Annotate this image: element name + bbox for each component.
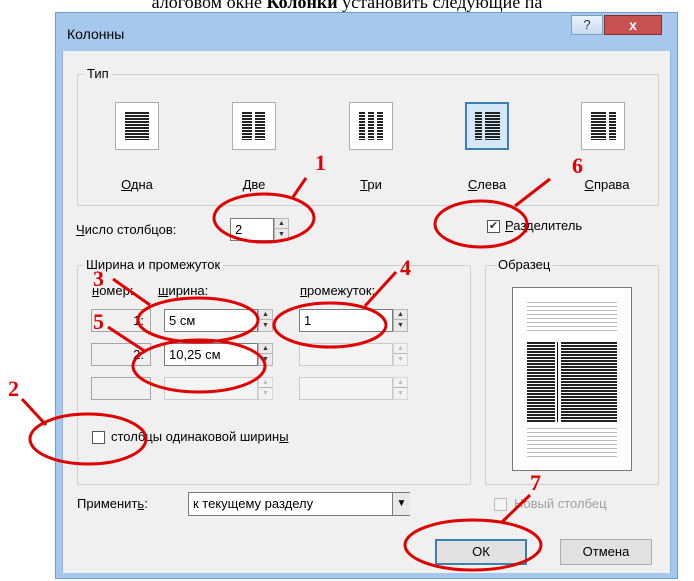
- row2-gap-spinner: ▲ ▼: [393, 343, 408, 366]
- annotation-2: 2: [8, 376, 19, 401]
- close-button[interactable]: x: [604, 15, 662, 35]
- width-spacing-group: [77, 265, 471, 485]
- preview-label: Образец: [495, 257, 554, 272]
- equal-width-label: столбцы одинаковой ширины: [111, 429, 289, 444]
- doc-text-suffix: установить следующие па: [337, 0, 543, 12]
- spin-up-icon[interactable]: ▲: [259, 310, 272, 320]
- type-one-label: Одна: [121, 177, 153, 192]
- row3-width-input: [164, 377, 258, 400]
- spin-down-icon[interactable]: ▼: [259, 321, 272, 331]
- row1-gap-spinner[interactable]: ▲ ▼: [393, 309, 408, 332]
- help-button[interactable]: ?: [571, 15, 603, 35]
- spin-down-icon: ▼: [262, 390, 269, 397]
- spin-up-icon[interactable]: ▲: [275, 219, 288, 229]
- row1-width-input[interactable]: 5 см: [164, 309, 258, 332]
- num-columns-spinner[interactable]: ▲ ▼: [274, 218, 289, 241]
- cancel-button[interactable]: Отмена: [560, 539, 652, 565]
- apply-label: Применить:: [77, 496, 148, 511]
- spin-up-icon[interactable]: ▲: [394, 310, 407, 320]
- spin-up-icon: ▲: [394, 378, 407, 388]
- columns-dialog: Колонны ? x Тип Одна Две Три Слева Справ…: [55, 12, 678, 579]
- type-right-label: Справа: [584, 177, 630, 192]
- apply-select-value: к текущему разделу: [193, 496, 314, 511]
- spin-down-icon: ▼: [397, 356, 404, 363]
- check-icon: ✔: [488, 220, 499, 232]
- num-columns-label: Число столбцов:: [76, 222, 177, 237]
- row1-gap-input[interactable]: 1: [299, 309, 393, 332]
- row2-gap-input: [299, 343, 393, 366]
- preview-page: [512, 287, 632, 471]
- separator-label: Разделитель: [505, 218, 583, 233]
- annotation-7: 7: [530, 470, 541, 495]
- type-one-button[interactable]: [115, 102, 159, 150]
- spin-down-icon[interactable]: ▼: [394, 321, 407, 331]
- spin-down-icon[interactable]: ▼: [259, 355, 272, 365]
- spin-up-icon: ▲: [394, 344, 407, 354]
- annotation-3: 3: [93, 266, 104, 291]
- type-two-button[interactable]: [232, 102, 276, 150]
- spin-up-icon[interactable]: ▲: [259, 344, 272, 354]
- width-spacing-label: Ширина и промежуток: [83, 257, 224, 272]
- title-bar[interactable]: Колонны ? x: [56, 13, 677, 51]
- doc-text-bold: Колонки: [266, 0, 338, 12]
- type-left-button[interactable]: [465, 102, 509, 150]
- new-column-checkbox: [494, 498, 507, 511]
- type-three-button[interactable]: [349, 102, 393, 150]
- annotation-6: 6: [572, 153, 583, 178]
- ok-button[interactable]: ОК: [435, 539, 527, 565]
- row3-gap-spinner: ▲ ▼: [393, 377, 408, 400]
- separator-checkbox[interactable]: ✔: [487, 220, 500, 233]
- dialog-title: Колонны: [67, 26, 125, 42]
- row2-width-input[interactable]: 10,25 см: [164, 343, 258, 366]
- row1-width-spinner[interactable]: ▲ ▼: [258, 309, 273, 332]
- row2-width-spinner[interactable]: ▲ ▼: [258, 343, 273, 366]
- row3-width-spinner: ▲ ▼: [258, 377, 273, 400]
- equal-width-checkbox[interactable]: [92, 431, 105, 444]
- spin-up-icon: ▲: [259, 378, 272, 388]
- type-two-label: Две: [242, 177, 266, 192]
- annotation-1: 1: [315, 150, 326, 175]
- spin-down-icon: ▼: [397, 390, 404, 397]
- col-gap-header: промежуток:: [300, 283, 376, 298]
- row3-number: [91, 377, 151, 400]
- annotation-4: 4: [400, 255, 411, 280]
- type-group-label: Тип: [84, 66, 112, 81]
- chevron-down-icon[interactable]: ▼: [392, 493, 410, 515]
- spin-down-icon[interactable]: ▼: [275, 230, 288, 240]
- annotation-5: 5: [93, 309, 104, 334]
- apply-select[interactable]: к текущему разделу: [188, 492, 410, 516]
- row3-gap-input: [299, 377, 393, 400]
- new-column-label: Новый столбец: [514, 496, 607, 511]
- doc-text-prefix: алоговом окне: [151, 0, 267, 12]
- num-columns-input[interactable]: 2: [230, 218, 274, 241]
- type-three-label: Три: [360, 177, 382, 192]
- type-right-button[interactable]: [581, 102, 625, 150]
- type-left-label: Слева: [467, 177, 507, 192]
- row2-number: 2:: [91, 343, 151, 366]
- col-width-header: ширина:: [158, 283, 209, 298]
- dialog-body: Тип Одна Две Три Слева Справа Число стол…: [63, 51, 670, 573]
